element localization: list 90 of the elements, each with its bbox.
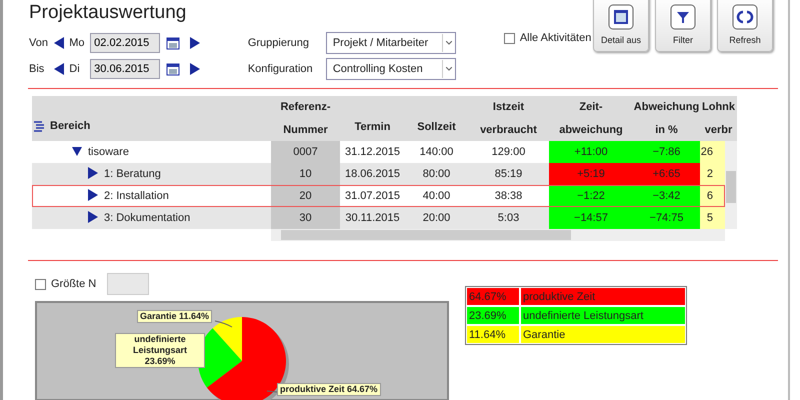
- legend-label: undefinierte Leistungsart: [521, 307, 685, 324]
- previous-arrow-icon[interactable]: [54, 63, 64, 75]
- page-title: Projektauswertung: [29, 2, 188, 25]
- column-header: verbraucht: [480, 124, 537, 136]
- horizontal-scrollbar[interactable]: [271, 229, 725, 241]
- column-header: Nummer: [283, 124, 328, 136]
- deviation-cell: −1:22: [549, 185, 633, 207]
- column-header: Lohnk: [702, 101, 735, 114]
- column-header: Istzeit: [492, 101, 524, 114]
- number-field[interactable]: [107, 273, 150, 295]
- column-header: in %: [655, 124, 678, 136]
- date-field[interactable]: 30.06.2015: [90, 59, 160, 79]
- next-arrow-icon[interactable]: [190, 63, 200, 75]
- table-cell: 10: [271, 163, 340, 185]
- toolbar-button[interactable]: Refresh: [717, 0, 773, 52]
- table-cell: 5:03: [468, 207, 549, 229]
- toolbar-button[interactable]: Detail aus: [593, 0, 649, 52]
- legend-percent: 11.64%: [467, 326, 519, 343]
- column-header: Abweichung: [634, 101, 700, 114]
- table-cell: 30.11.2015: [340, 207, 405, 229]
- checkbox[interactable]: [35, 278, 46, 290]
- table-cell: 5: [700, 207, 725, 229]
- leader-line: [266, 390, 278, 392]
- table-cell: 20:00: [405, 207, 468, 229]
- chevron-down-icon: [446, 41, 452, 45]
- table-cell: 0007: [271, 141, 340, 163]
- pie-label: undefinierte Leistungsart 23.69%: [115, 333, 205, 368]
- previous-arrow-icon[interactable]: [54, 37, 64, 49]
- tree-item[interactable]: 1: Beratung: [104, 168, 161, 180]
- weekday-label: Mo: [69, 37, 86, 49]
- date-label: Bis: [29, 63, 46, 75]
- table-cell: 26: [700, 141, 725, 163]
- column-header: Bereich: [50, 120, 90, 132]
- legend-label: produktive Zeit: [521, 288, 685, 305]
- expand-arrow-icon[interactable]: [88, 166, 98, 178]
- dropdown[interactable]: Controlling Kosten: [326, 58, 456, 80]
- collapse-arrow-icon[interactable]: [72, 144, 82, 156]
- deviation-cell: −3:42: [633, 185, 700, 207]
- deviation-cell: −14:57: [549, 207, 633, 229]
- table-row[interactable]: 1: Beratung 10 18.06.2015 80:00 85:19 +5:19 +6:65 2: [32, 163, 725, 185]
- window-icon: [608, 4, 634, 30]
- deviation-cell: −7:86: [633, 141, 700, 163]
- tree-item[interactable]: 2: Installation: [104, 190, 169, 202]
- table-row[interactable]: 2: Installation 20 31.07.2015 40:00 38:38 −1:22 −3:42 6: [32, 185, 725, 207]
- next-arrow-icon[interactable]: [190, 37, 200, 49]
- table-cell: 30: [271, 207, 340, 229]
- column-header: Sollzeit: [417, 121, 456, 133]
- weekday-label: Di: [69, 63, 81, 75]
- dropdown[interactable]: Projekt / Mitarbeiter: [326, 32, 456, 54]
- select-label: Gruppierung: [248, 37, 310, 49]
- table-cell: 20: [271, 185, 340, 207]
- deviation-cell: +11:00: [549, 141, 633, 163]
- column-header: abweichung: [559, 124, 623, 136]
- expand-arrow-icon[interactable]: [88, 188, 98, 200]
- deviation-cell: +6:65: [633, 163, 700, 185]
- filter-icon: [670, 4, 696, 30]
- vertical-scrollbar[interactable]: [725, 141, 737, 229]
- legend-percent: 64.67%: [467, 288, 519, 305]
- table-row[interactable]: 3: Dokumentation 30 30.11.2015 20:00 5:03 −14:57 −74:75 5: [32, 207, 725, 229]
- calendar-icon[interactable]: [166, 36, 180, 50]
- table-cell: 80:00: [405, 163, 468, 185]
- legend-percent: 23.69%: [467, 307, 519, 324]
- calendar-icon[interactable]: [166, 62, 180, 76]
- table-cell: 2: [700, 163, 725, 185]
- deviation-cell: −74:75: [633, 207, 700, 229]
- legend-label: Garantie: [521, 326, 685, 343]
- tree-icon: [34, 121, 46, 132]
- select-label: Konfiguration: [248, 63, 314, 75]
- tree-item[interactable]: tisoware: [88, 146, 129, 158]
- column-header: Zeit-: [579, 101, 603, 114]
- checkbox-label: Größte N: [51, 278, 96, 290]
- expand-arrow-icon[interactable]: [88, 210, 98, 222]
- date-field[interactable]: 02.02.2015: [90, 33, 160, 53]
- pie-label: produktive Zeit 64.67%: [277, 383, 381, 396]
- pie-label: Garantie 11.64%: [137, 310, 212, 323]
- column-header: Termin: [354, 121, 390, 133]
- tree-item[interactable]: 3: Dokumentation: [104, 212, 190, 224]
- table-cell: 18.06.2015: [340, 163, 405, 185]
- toolbar-button[interactable]: Filter: [655, 0, 711, 52]
- refresh-icon: [732, 4, 758, 30]
- date-label: Von: [29, 37, 49, 49]
- table-cell: 85:19: [468, 163, 549, 185]
- deviation-cell: +5:19: [549, 163, 633, 185]
- column-header: verbr: [704, 124, 732, 136]
- table-row[interactable]: tisoware 0007 31.12.2015 140:00 129:00 +11:00 −7:86 26: [32, 141, 725, 163]
- chevron-down-icon: [446, 67, 452, 71]
- column-header: Referenz-: [280, 101, 331, 114]
- checkbox-label: Alle Aktivitäten: [520, 32, 592, 44]
- checkbox[interactable]: [504, 32, 515, 44]
- leader-line: [214, 320, 232, 328]
